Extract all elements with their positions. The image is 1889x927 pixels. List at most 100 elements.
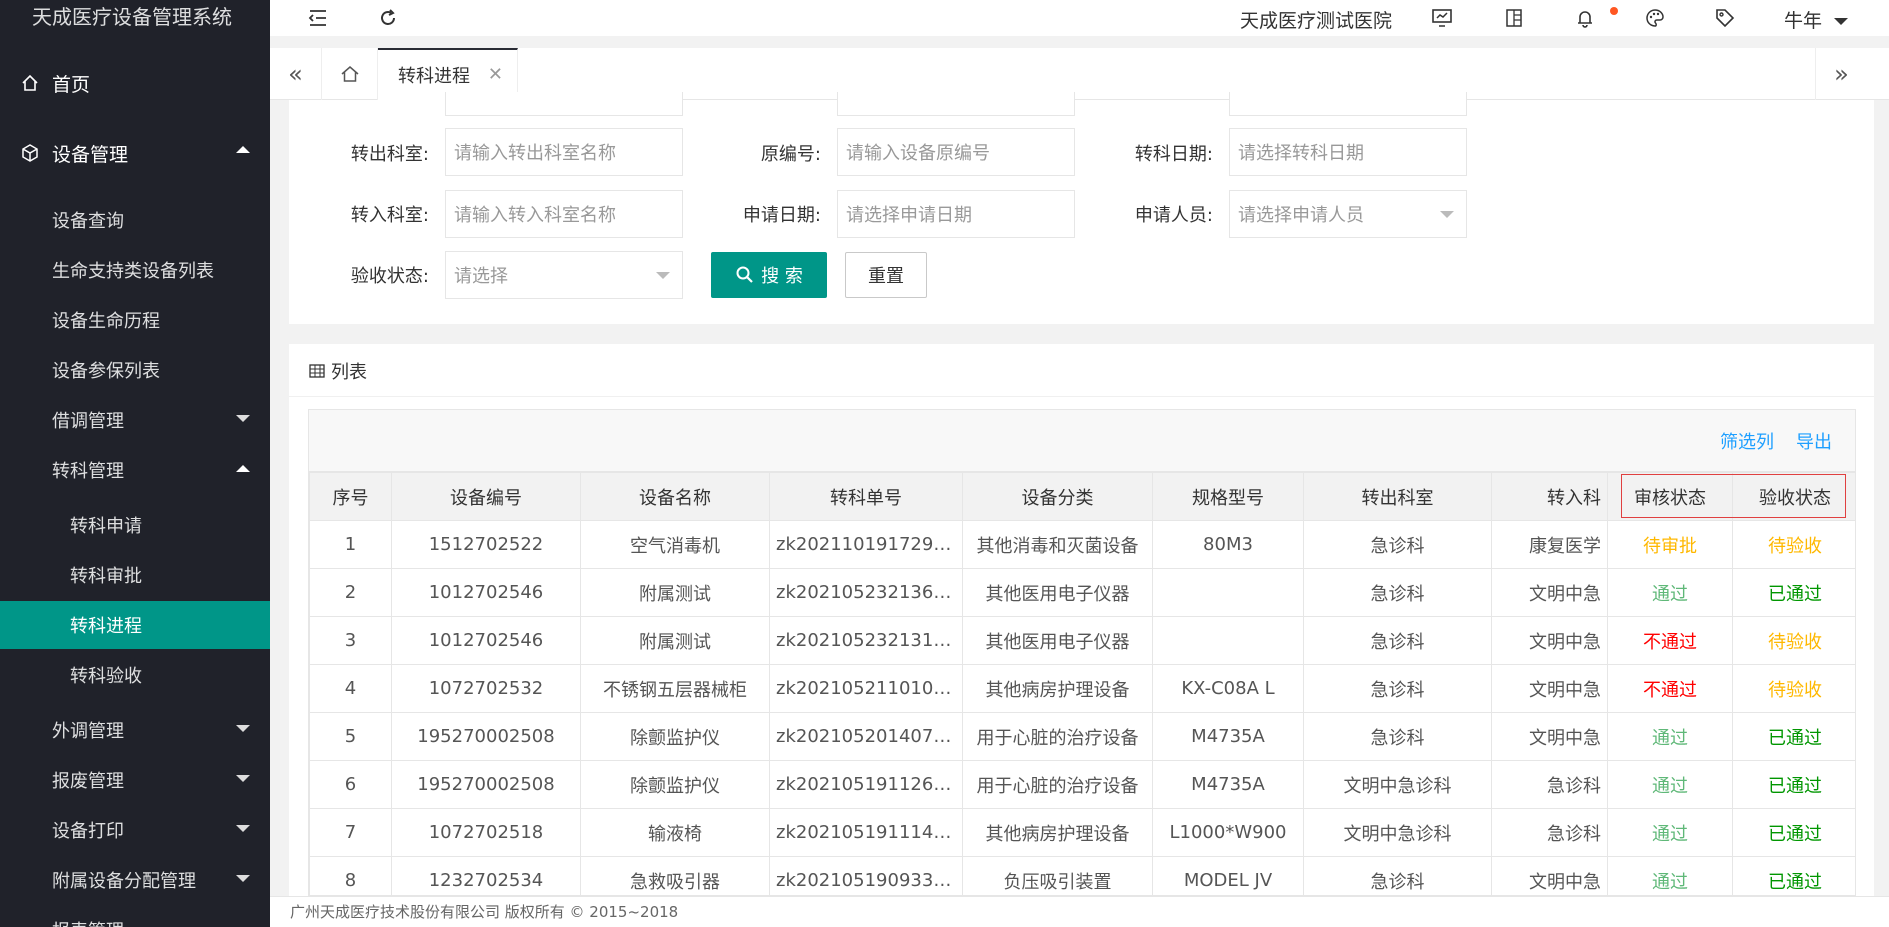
table-toolbar: 筛选列 导出 bbox=[309, 410, 1855, 472]
partial-input[interactable] bbox=[1229, 92, 1467, 116]
out-dept-label: 转出科室: bbox=[350, 144, 429, 165]
sidebar-item-accessory[interactable]: 附属设备分配管理 bbox=[0, 856, 270, 904]
partial-input[interactable] bbox=[445, 92, 683, 116]
table-cell: 输液椅 bbox=[580, 808, 770, 857]
in-dept-input[interactable]: 请输入转入科室名称 bbox=[445, 190, 683, 238]
menu-fold-icon[interactable] bbox=[306, 6, 330, 30]
table-cell: 1232702534 bbox=[391, 856, 581, 895]
chevron-up-icon bbox=[236, 465, 250, 472]
table-cell: zk20210519111408 bbox=[769, 808, 963, 857]
table-cell: zk20210520140742 bbox=[769, 712, 963, 761]
sidebar-item-device-history[interactable]: 设备生命历程 bbox=[0, 296, 270, 344]
sidebar-item-scrap[interactable]: 报废管理 bbox=[0, 756, 270, 804]
table-cell: M4735A bbox=[1152, 712, 1304, 761]
sidebar-item-life-support[interactable]: 生命支持类设备列表 bbox=[0, 246, 270, 294]
sidebar-item-print[interactable]: 设备打印 bbox=[0, 806, 270, 854]
table-cell: 1012702546 bbox=[391, 568, 581, 617]
table-cell: 通过 bbox=[1607, 568, 1733, 617]
table-cell: 其他病房护理设备 bbox=[962, 808, 1153, 857]
palette-icon[interactable] bbox=[1643, 6, 1667, 30]
table-cell: 通过 bbox=[1607, 712, 1733, 761]
table-cell: 急诊科 bbox=[1303, 616, 1492, 665]
home-tab-icon[interactable] bbox=[322, 48, 378, 100]
sidebar: 天成医疗设备管理系统 首页 设备管理 设备查询 生命支持类设备列表 设备生命历程… bbox=[0, 0, 270, 927]
bell-icon[interactable] bbox=[1573, 6, 1597, 30]
sidebar-item-transfer-apply[interactable]: 转科申请 bbox=[0, 501, 270, 549]
tag-icon[interactable] bbox=[1713, 6, 1737, 30]
layout-icon[interactable] bbox=[1502, 6, 1526, 30]
reset-button[interactable]: 重置 bbox=[845, 252, 927, 298]
sidebar-item-transfer-accept[interactable]: 转科验收 bbox=[0, 651, 270, 699]
divider bbox=[289, 396, 1874, 397]
column-header: 序号 bbox=[309, 472, 392, 521]
partial-input[interactable] bbox=[837, 92, 1075, 116]
accept-status-select[interactable]: 请选择 bbox=[445, 251, 683, 299]
chevron-down-icon bbox=[236, 415, 250, 422]
screen-icon[interactable] bbox=[1430, 6, 1454, 30]
column-header-accept-status: 验收状态 bbox=[1732, 472, 1855, 521]
table-cell: 负压吸引装置 bbox=[962, 856, 1153, 895]
transfer-date-input[interactable]: 请选择转科日期 bbox=[1229, 128, 1467, 176]
orig-no-input[interactable]: 请输入设备原编号 bbox=[837, 128, 1075, 176]
filter-columns-link[interactable]: 筛选列 bbox=[1720, 428, 1774, 454]
tab-scroll-left-icon[interactable]: « bbox=[270, 48, 322, 100]
close-icon[interactable]: ✕ bbox=[488, 64, 503, 85]
table-cell: 其他病房护理设备 bbox=[962, 664, 1153, 713]
table-cell: 已通过 bbox=[1732, 568, 1855, 617]
list-panel: 列表 筛选列 导出 序号 设备编号 设备名称 转科单号 设备分类 规格型号 转出… bbox=[289, 344, 1874, 896]
table-row[interactable]: 7 1072702518 输液椅 zk20210519111408 其他病房护理设备 L1… bbox=[309, 808, 1855, 857]
chevron-down-icon bbox=[236, 725, 250, 732]
table-cell bbox=[1152, 616, 1304, 665]
refresh-icon[interactable] bbox=[376, 6, 400, 30]
applicant-label: 申请人员: bbox=[1134, 205, 1213, 226]
table-cell: 急诊科 bbox=[1303, 568, 1492, 617]
table-row[interactable]: 6 195270002508 除颤监护仪 zk20210519112605 用于心脏的治… bbox=[309, 760, 1855, 809]
user-menu[interactable]: 牛年 bbox=[1784, 6, 1849, 33]
sidebar-item-device-management[interactable]: 设备管理 bbox=[0, 128, 270, 178]
table-cell: 1072702532 bbox=[391, 664, 581, 713]
column-header: 规格型号 bbox=[1152, 472, 1304, 521]
sidebar-item-report[interactable]: 报表管理 bbox=[0, 906, 270, 927]
table-cell: 急诊科 bbox=[1303, 520, 1492, 569]
tab-scroll-right-icon[interactable]: » bbox=[1815, 48, 1867, 100]
export-link[interactable]: 导出 bbox=[1796, 428, 1832, 454]
table-row[interactable]: 4 1072702532 不锈钢五层器械柜 zk20210521101030 其他病房护… bbox=[309, 664, 1855, 713]
search-button[interactable]: 搜 索 bbox=[711, 252, 827, 298]
accept-status-label: 验收状态: bbox=[350, 266, 429, 287]
table-row[interactable]: 8 1232702534 急救吸引器 zk20210519093348 负压吸引装置 MO… bbox=[309, 856, 1855, 895]
table-header-row: 序号 设备编号 设备名称 转科单号 设备分类 规格型号 转出科室 转入科 审核状… bbox=[309, 472, 1855, 521]
applicant-select[interactable]: 请选择申请人员 bbox=[1229, 190, 1467, 238]
table-cell: 7 bbox=[309, 808, 392, 857]
sidebar-item-external-loan[interactable]: 外调管理 bbox=[0, 706, 270, 754]
transfer-table: 序号 设备编号 设备名称 转科单号 设备分类 规格型号 转出科室 转入科 审核状… bbox=[309, 472, 1855, 895]
sidebar-item-loan-management[interactable]: 借调管理 bbox=[0, 396, 270, 444]
table-row[interactable]: 1 1512702522 空气消毒机 zk20211019172919 其他消毒和灭菌设… bbox=[309, 520, 1855, 569]
table-cell: 通过 bbox=[1607, 808, 1733, 857]
table-cell: 待验收 bbox=[1732, 520, 1855, 569]
sidebar-item-device-query[interactable]: 设备查询 bbox=[0, 196, 270, 244]
sidebar-item-insurance[interactable]: 设备参保列表 bbox=[0, 346, 270, 394]
sidebar-item-label: 设备管理 bbox=[52, 143, 129, 166]
table-cell bbox=[1152, 568, 1304, 617]
table-cell: 待验收 bbox=[1732, 616, 1855, 665]
sidebar-item-home[interactable]: 首页 bbox=[0, 58, 270, 108]
notification-dot bbox=[1610, 7, 1618, 15]
column-header: 设备分类 bbox=[962, 472, 1153, 521]
sidebar-item-transfer-approve[interactable]: 转科审批 bbox=[0, 551, 270, 599]
table-cell: zk20210519112605 bbox=[769, 760, 963, 809]
sidebar-item-transfer-management[interactable]: 转科管理 bbox=[0, 446, 270, 494]
sidebar-item-transfer-progress[interactable]: 转科进程 bbox=[0, 601, 270, 649]
search-panel: 转出科室: 请输入转出科室名称 原编号: 请输入设备原编号 转科日期: 请选择转… bbox=[289, 92, 1874, 324]
table-row[interactable]: 5 195270002508 除颤监护仪 zk20210520140742 用于心脏的治… bbox=[309, 712, 1855, 761]
table-cell: 3 bbox=[309, 616, 392, 665]
transfer-date-label: 转科日期: bbox=[1134, 144, 1213, 165]
out-dept-input[interactable]: 请输入转出科室名称 bbox=[445, 128, 683, 176]
table-row[interactable]: 3 1012702546 附属测试 zk20210523213141 其他医用电子仪器 急… bbox=[309, 616, 1855, 665]
chevron-down-icon bbox=[1440, 211, 1454, 218]
home-icon bbox=[20, 73, 40, 93]
table-row[interactable]: 2 1012702546 附属测试 zk20210523213604 其他医用电子仪器 急… bbox=[309, 568, 1855, 617]
column-header: 转入科 bbox=[1491, 472, 1608, 521]
apply-date-input[interactable]: 请选择申请日期 bbox=[837, 190, 1075, 238]
chevron-down-icon bbox=[236, 825, 250, 832]
column-header-audit-status: 审核状态 bbox=[1607, 472, 1733, 521]
